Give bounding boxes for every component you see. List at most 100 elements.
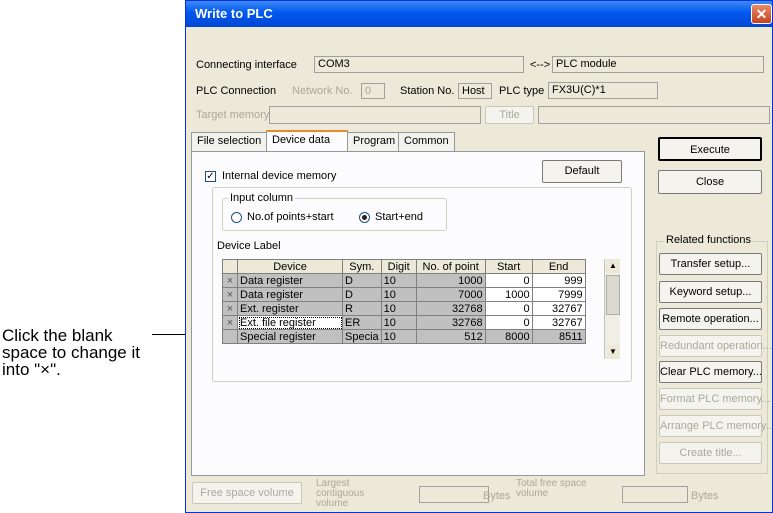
connection-arrow: <-->	[530, 59, 551, 71]
execute-button[interactable]: Execute	[658, 137, 762, 161]
station-no-field: Host	[458, 83, 492, 99]
device-table: Device Sym. Digit No. of point Start End…	[222, 259, 586, 344]
row-start[interactable]: 0	[484, 273, 533, 288]
header-mark	[222, 259, 238, 274]
row-sym: D	[342, 273, 382, 288]
tab-device-data[interactable]: Device data	[266, 130, 348, 152]
row-device: Data register	[237, 287, 343, 302]
input-column-title: Input column	[228, 192, 295, 204]
row-points: 32768	[415, 301, 486, 316]
scroll-up-icon[interactable]: ▲	[606, 259, 620, 273]
row-end[interactable]: 32767	[531, 301, 586, 316]
window-title: Write to PLC	[195, 6, 273, 21]
connecting-interface-label: Connecting interface	[196, 59, 297, 71]
callout-annotation: Click the blank space to change it into …	[2, 326, 140, 379]
redundant-operation-button: Redundant operation...	[659, 335, 772, 357]
title-button: Title	[485, 106, 534, 124]
row-mark-cell[interactable]	[222, 329, 238, 344]
row-sym: ER	[342, 315, 382, 330]
radio-points-start-label: No.of points+start	[247, 211, 334, 223]
row-mark-cell[interactable]: ×	[222, 301, 238, 316]
network-no-label: Network No.	[292, 85, 353, 97]
station-no-label: Station No.	[400, 85, 455, 97]
header-start: Start	[484, 259, 533, 274]
row-start[interactable]: 0	[484, 315, 533, 330]
row-start[interactable]: 0	[484, 301, 533, 316]
title-field	[538, 106, 770, 124]
close-icon[interactable]: ✕	[751, 4, 772, 24]
bytes-label-1: Bytes	[483, 490, 511, 502]
row-mark-cell[interactable]: ×	[222, 287, 238, 302]
row-end[interactable]: 7999	[531, 287, 586, 302]
create-title-button: Create title...	[659, 442, 762, 464]
radio-start-end-label: Start+end	[375, 211, 424, 223]
bytes-label-2: Bytes	[691, 490, 719, 502]
row-digit: 10	[380, 329, 417, 344]
row-sym: Specia	[342, 329, 382, 344]
arrange-plc-memory-button: Arrange PLC memory...	[659, 415, 772, 437]
close-button[interactable]: Close	[658, 170, 762, 194]
row-mark-cell[interactable]: ×	[222, 273, 238, 288]
tab-common[interactable]: Common	[398, 132, 455, 151]
row-start[interactable]: 8000	[484, 329, 533, 344]
radio-points-start[interactable]	[231, 212, 242, 223]
table-row[interactable]: × Data register D 10 1000 0 999	[222, 273, 586, 288]
table-row[interactable]: × Ext. file register ER 10 32768 0 32767	[222, 315, 586, 330]
row-points: 32768	[415, 315, 486, 330]
free-space-volume-button: Free space volume	[192, 482, 302, 504]
row-points: 7000	[415, 287, 486, 302]
row-device: Ext. register	[237, 301, 343, 316]
remote-operation-button[interactable]: Remote operation...	[659, 308, 762, 330]
header-end: End	[531, 259, 586, 274]
keyword-setup-button[interactable]: Keyword setup...	[659, 281, 762, 303]
transfer-setup-button[interactable]: Transfer setup...	[659, 253, 762, 275]
default-button[interactable]: Default	[542, 160, 622, 183]
table-scrollbar[interactable]: ▲ ▼	[604, 259, 620, 359]
target-memory-label: Target memory	[196, 109, 270, 121]
internal-device-memory-checkbox[interactable]: ✓	[205, 171, 216, 182]
tab-file-selection[interactable]: File selection	[191, 132, 267, 151]
title-bar: Write to PLC ✕	[186, 1, 772, 27]
row-start[interactable]: 1000	[484, 287, 533, 302]
scroll-down-icon[interactable]: ▼	[606, 345, 620, 359]
tab-program[interactable]: Program	[347, 132, 399, 151]
target-memory-select	[269, 106, 481, 124]
row-end[interactable]: 999	[531, 273, 586, 288]
table-row[interactable]: × Data register D 10 7000 1000 7999	[222, 287, 586, 302]
row-points: 512	[415, 329, 486, 344]
table-row[interactable]: × Ext. register R 10 32768 0 32767	[222, 301, 586, 316]
related-functions-group	[656, 241, 768, 474]
row-device: Data register	[237, 273, 343, 288]
header-points: No. of point	[415, 259, 486, 274]
row-end[interactable]: 8511	[531, 329, 586, 344]
plc-connection-label: PLC Connection	[196, 85, 277, 97]
row-sym: D	[342, 287, 382, 302]
scroll-thumb[interactable]	[606, 275, 620, 315]
internal-device-memory-label: Internal device memory	[222, 170, 337, 182]
row-device: Ext. file register	[237, 315, 343, 330]
row-digit: 10	[380, 315, 417, 330]
header-device: Device	[237, 259, 343, 274]
row-digit: 10	[380, 287, 417, 302]
radio-start-end[interactable]	[359, 212, 370, 223]
network-no-field: 0	[361, 83, 385, 99]
plc-type-field: FX3U(C)*1	[548, 82, 658, 99]
header-digit: Digit	[380, 259, 417, 274]
row-mark-cell[interactable]: ×	[222, 315, 238, 330]
plc-type-label: PLC type	[499, 85, 545, 97]
row-device: Special register	[237, 329, 343, 344]
total-free-space-field	[622, 486, 688, 503]
largest-contiguous-field	[419, 486, 489, 503]
row-points: 1000	[415, 273, 486, 288]
clear-plc-memory-button[interactable]: Clear PLC memory...	[659, 361, 762, 383]
plc-module-field: PLC module	[552, 56, 764, 73]
header-sym: Sym.	[342, 259, 382, 274]
row-end[interactable]: 32767	[531, 315, 586, 330]
format-plc-memory-button: Format PLC memory...	[659, 388, 770, 410]
table-row[interactable]: Special register Specia 10 512 8000 8511	[222, 329, 586, 344]
write-to-plc-dialog: Write to PLC ✕ Connecting interface COM3…	[185, 0, 773, 513]
row-digit: 10	[380, 273, 417, 288]
row-digit: 10	[380, 301, 417, 316]
device-label-title: Device Label	[217, 240, 281, 252]
connecting-interface-field: COM3	[314, 56, 524, 73]
